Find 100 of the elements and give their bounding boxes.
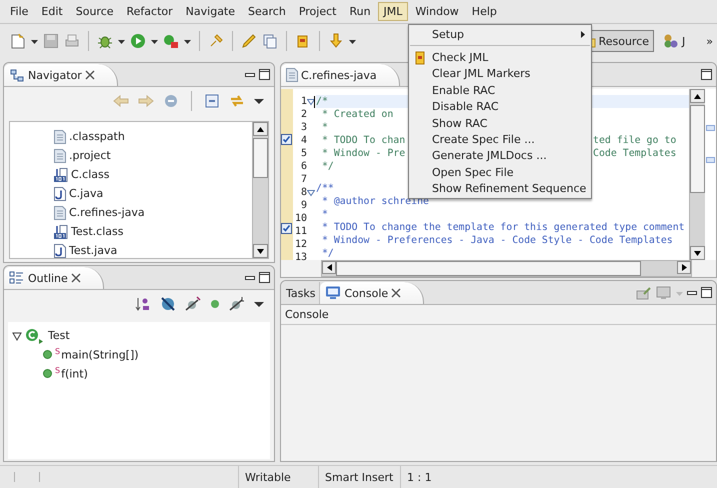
line-number: 7 [300,173,307,186]
hide-local-types-icon[interactable] [229,296,245,312]
close-icon[interactable] [84,70,95,80]
menu-item[interactable]: Check JML [409,49,591,66]
pin-icon[interactable] [208,33,224,49]
menu-item[interactable]: Generate JMLDocs ... [409,148,591,164]
right-arrow-icon[interactable] [682,264,686,271]
hide-fields-icon[interactable] [160,296,176,312]
line-number: 3 [300,121,307,134]
code-line: * [320,208,328,221]
status-field: 1 : 1 [400,466,484,488]
new-file-icon[interactable] [10,33,26,49]
file-item[interactable]: C.refines-java [69,206,145,219]
menu-title[interactable]: Help [466,2,503,21]
line-number: 2 [300,108,307,121]
file-item[interactable]: C.java [69,187,104,200]
file-item[interactable]: C.class [71,168,110,181]
code-line: * [320,121,328,134]
menu-title[interactable]: Search [242,2,292,21]
scroll-thumb[interactable] [253,138,268,178]
sort-icon[interactable] [135,296,151,312]
scroll-left-button[interactable] [322,261,336,274]
view-tab[interactable]: Navigator [4,64,118,86]
menu-item[interactable]: Show RAC [409,114,591,132]
copy-icon[interactable] [262,33,278,49]
close-icon[interactable] [391,288,402,298]
overview-marker[interactable] [706,125,715,131]
code-line: * TODO To change the template for this generated type comment [320,221,685,234]
document-icon [286,68,298,82]
line-number: 4 [300,134,307,147]
left-arrow-icon[interactable] [326,264,332,271]
java-perspective-icon [663,33,680,49]
outline-icon [9,270,25,286]
expanded-triangle-icon[interactable] [12,330,22,340]
tree-item[interactable]: Test [48,329,70,342]
java-file-icon [54,186,66,200]
up-arrow-icon[interactable] [257,126,264,132]
scroll-right-button[interactable] [677,261,691,274]
binary-file-icon [54,168,68,182]
scroll-down-button[interactable] [690,246,705,260]
menu-item[interactable]: Show Refinement Sequence [409,180,591,197]
menu-title[interactable]: Project [292,2,342,21]
menu-title[interactable]: File [4,2,34,21]
scroll-down-button[interactable] [253,244,268,258]
menu-title[interactable]: Edit [35,2,69,21]
maximize-icon[interactable] [259,69,270,80]
code-line: * Window - Preferences - Java - Code Style - Code Templates [320,234,673,247]
code-line: * Created on [320,108,394,121]
perspective-button[interactable]: J [658,30,690,52]
horizontal-scrollbar[interactable] [321,260,692,277]
maximize-icon[interactable] [259,272,270,283]
menu-item[interactable]: Disable RAC [409,98,591,115]
close-icon[interactable] [70,273,81,283]
vertical-scrollbar[interactable] [689,89,705,260]
document-icon [54,130,66,144]
down-arrow-icon[interactable] [257,248,264,254]
up-arrow-icon[interactable] [694,94,701,98]
file-item[interactable]: Test.class [71,225,124,238]
menu-item[interactable]: Enable RAC [409,82,591,99]
menu-title[interactable]: JML [378,2,408,21]
scroll-up-button[interactable] [690,89,705,103]
scroll-thumb[interactable] [690,105,705,193]
file-item[interactable]: Test.java [69,244,118,257]
fold-triangle-icon[interactable] [307,98,315,106]
run-icon[interactable] [130,33,146,49]
code-line: /** [316,182,334,195]
menu-title[interactable]: Source [70,2,120,21]
line-number: 12 [294,238,307,251]
down-arrow-icon[interactable] [694,250,701,256]
scroll-thumb[interactable] [336,261,641,276]
tree-item[interactable]: $^{S}$main(String[]) [55,347,139,362]
code-line: */ [320,160,334,173]
menu-item[interactable]: Create Spec File ... [409,131,591,148]
menu-item[interactable]: Clear JML Markers [409,66,591,82]
scroll-up-button[interactable] [253,122,268,136]
editor-tab[interactable]: C.refines-java [281,64,400,86]
vertical-scrollbar[interactable] [252,122,268,258]
line-number: 5 [300,147,307,160]
more-perspectives-button[interactable]: » [706,34,713,48]
menu-title[interactable]: Window [409,2,465,21]
tree-item[interactable]: $^{S}$f(int) [55,366,88,381]
highlighter-icon[interactable] [241,33,257,49]
menu-title[interactable]: Refactor [120,2,179,21]
run-tools-icon[interactable] [163,33,179,49]
document-icon [54,148,66,162]
hide-static-icon[interactable] [185,296,201,312]
method-icon [43,350,52,359]
view-tab[interactable]: Outline [4,267,104,289]
maximize-icon[interactable] [701,287,712,298]
maximize-icon[interactable] [701,69,712,80]
overview-marker[interactable] [706,157,715,163]
file-item[interactable]: .project [69,149,111,162]
menu-title[interactable]: Navigate [180,2,242,21]
submenu-arrow-icon [581,30,585,38]
menu-item[interactable]: Open Spec File [409,164,591,181]
class-icon [25,328,45,344]
collapse-all-icon[interactable] [204,93,220,109]
view-tab[interactable]: Console [320,282,424,304]
menu-title[interactable]: Run [343,2,377,21]
file-item[interactable]: .classpath [69,130,125,143]
